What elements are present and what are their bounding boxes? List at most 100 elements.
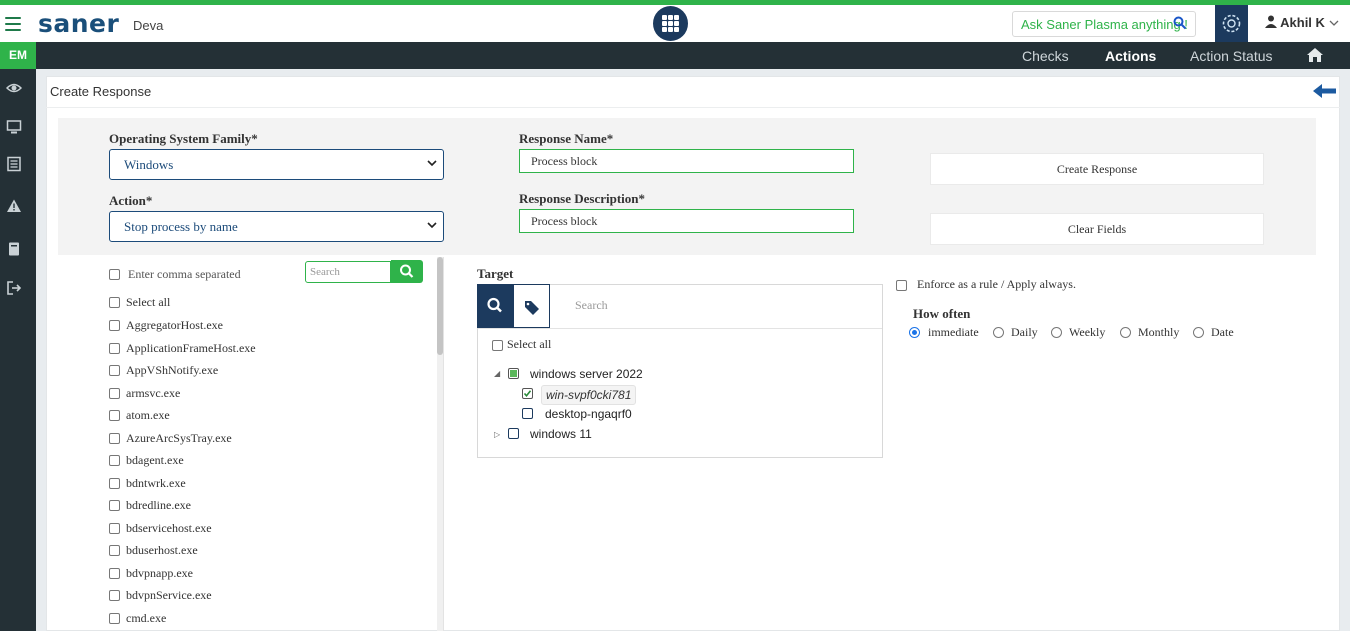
search-icon <box>487 297 502 313</box>
logo: saner <box>38 9 120 38</box>
process-checkbox[interactable] <box>109 343 120 354</box>
radio-label-daily: Daily <box>1011 325 1038 339</box>
nav-link-checks[interactable]: Checks <box>1022 48 1069 64</box>
process-checkbox[interactable] <box>109 410 120 421</box>
hamburger-menu-icon[interactable] <box>5 17 21 31</box>
target-search-tab[interactable] <box>477 284 513 328</box>
process-select-all-checkbox[interactable] <box>109 297 120 308</box>
process-checkbox[interactable] <box>109 500 120 511</box>
eye-icon[interactable] <box>6 80 22 96</box>
radio-label-weekly: Weekly <box>1069 325 1106 339</box>
process-item: bdntwrk.exe <box>126 476 186 490</box>
list-icon[interactable] <box>6 156 22 172</box>
module-tab-em[interactable]: EM <box>0 42 36 69</box>
clear-fields-button[interactable]: Clear Fields <box>930 213 1264 245</box>
os-family-value: Windows <box>124 157 174 172</box>
home-icon[interactable] <box>1306 47 1324 63</box>
process-search-button[interactable] <box>391 260 423 283</box>
process-item: bdvpnService.exe <box>126 588 212 602</box>
process-checkbox[interactable] <box>109 523 120 534</box>
org-name: Deva <box>133 18 164 33</box>
how-often-label: How often <box>913 306 971 321</box>
radio-monthly[interactable] <box>1120 327 1131 338</box>
logout-icon[interactable] <box>6 280 22 296</box>
create-response-button[interactable]: Create Response <box>930 153 1264 185</box>
process-item: bduserhost.exe <box>126 543 198 557</box>
response-name-input[interactable]: Process block <box>519 149 854 173</box>
ask-saner-input[interactable]: Ask Saner Plasma anything ! <box>1012 11 1196 37</box>
process-checkbox[interactable] <box>109 590 120 601</box>
settings-gear-icon[interactable] <box>1215 5 1248 42</box>
process-item: bdagent.exe <box>126 453 184 467</box>
column-divider <box>443 257 444 631</box>
collapse-arrow-icon[interactable]: ◢ <box>494 369 500 378</box>
process-item: AppVShNotify.exe <box>126 363 219 377</box>
apps-grid-icon[interactable] <box>653 6 688 41</box>
book-icon[interactable] <box>6 241 22 257</box>
search-icon <box>400 264 414 278</box>
user-name: Akhil K <box>1280 15 1325 30</box>
tree-group-label[interactable]: windows server 2022 <box>530 367 643 381</box>
process-checkbox[interactable] <box>109 455 120 466</box>
alert-icon[interactable] <box>6 198 22 214</box>
target-select-all-checkbox[interactable] <box>492 340 503 351</box>
group-checkbox-partial[interactable] <box>508 368 519 379</box>
monitor-icon[interactable] <box>6 119 22 135</box>
target-select-all-label: Select all <box>507 337 552 351</box>
radio-date[interactable] <box>1193 327 1204 338</box>
process-checkbox[interactable] <box>109 388 120 399</box>
radio-weekly[interactable] <box>1051 327 1062 338</box>
process-checkbox[interactable] <box>109 365 120 376</box>
comma-separated-checkbox[interactable] <box>109 269 120 280</box>
os-family-select[interactable]: Windows <box>109 149 444 180</box>
process-checkbox[interactable] <box>109 478 120 489</box>
radio-immediate[interactable] <box>909 327 920 338</box>
page-title: Create Response <box>50 84 152 99</box>
tree-host-label-selected[interactable]: win-svpf0cki781 <box>541 385 637 405</box>
process-item: cmd.exe <box>126 611 167 625</box>
expand-arrow-icon[interactable]: ▷ <box>494 430 500 439</box>
process-checkbox[interactable] <box>109 568 120 579</box>
process-item: ApplicationFrameHost.exe <box>126 341 256 355</box>
tree-group-label[interactable]: windows 11 <box>530 427 592 441</box>
os-family-label: Operating System Family* <box>109 131 258 146</box>
response-desc-input[interactable]: Process block <box>519 209 854 233</box>
process-checkbox[interactable] <box>109 320 120 331</box>
chevron-down-icon <box>1329 20 1339 26</box>
radio-label-date: Date <box>1211 325 1234 339</box>
process-checkbox[interactable] <box>109 613 120 624</box>
tree-host-label[interactable]: desktop-ngaqrf0 <box>545 407 632 421</box>
nav-link-action-status[interactable]: Action Status <box>1190 48 1273 64</box>
group-checkbox[interactable] <box>508 428 519 439</box>
process-item: bdservicehost.exe <box>126 521 212 535</box>
user-menu[interactable]: Akhil K <box>1265 15 1339 30</box>
tags-icon <box>525 301 539 315</box>
nav-bar: EM Checks Actions Action Status <box>0 42 1350 69</box>
nav-link-actions[interactable]: Actions <box>1105 48 1156 64</box>
radio-label-immediate: immediate <box>928 325 979 339</box>
target-label: Target <box>477 266 514 281</box>
search-icon <box>1173 16 1187 30</box>
enforce-rule-label: Enforce as a rule / Apply always. <box>917 277 1076 291</box>
host-checkbox-checked[interactable] <box>522 388 533 399</box>
back-arrow-icon[interactable] <box>1312 82 1338 100</box>
chevron-down-icon <box>427 222 437 229</box>
radio-daily[interactable] <box>993 327 1004 338</box>
process-item: bdvpnapp.exe <box>126 566 193 580</box>
ask-placeholder: Ask Saner Plasma anything ! <box>1021 17 1188 32</box>
process-checkbox[interactable] <box>109 545 120 556</box>
header: saner Deva Ask Saner Plasma anything ! A… <box>0 5 1350 42</box>
process-search-input[interactable]: Search <box>305 261 391 283</box>
process-item: AzureArcSysTray.exe <box>126 431 232 445</box>
process-item: bdredline.exe <box>126 498 191 512</box>
process-checkbox[interactable] <box>109 433 120 444</box>
target-tags-tab[interactable] <box>513 284 550 328</box>
action-select[interactable]: Stop process by name <box>109 211 444 242</box>
process-select-all-label: Select all <box>126 295 171 309</box>
chevron-down-icon <box>427 160 437 167</box>
target-search-input[interactable]: Search <box>575 298 608 313</box>
enforce-rule-checkbox[interactable] <box>896 280 907 291</box>
host-checkbox[interactable] <box>522 408 533 419</box>
action-label: Action* <box>109 193 153 208</box>
response-desc-label: Response Description* <box>519 191 646 206</box>
